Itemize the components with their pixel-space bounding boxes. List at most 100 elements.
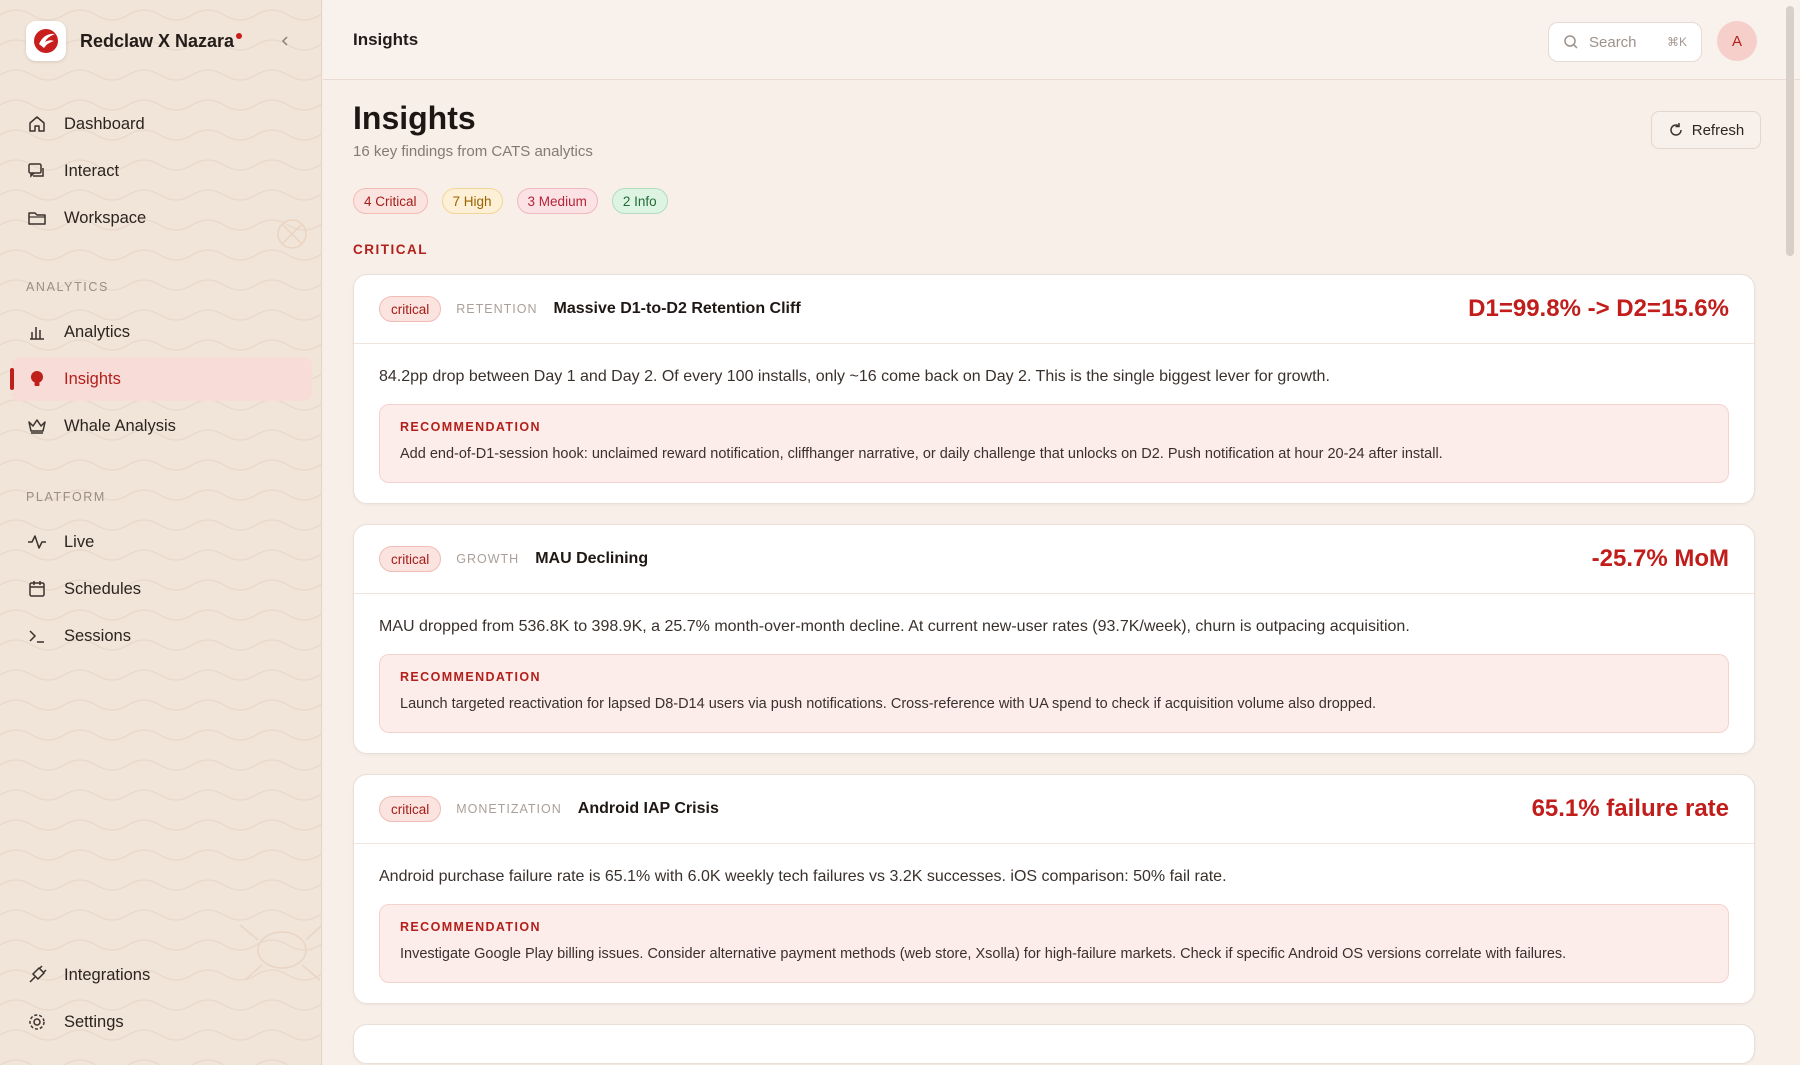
insight-card-body: 84.2pp drop between Day 1 and Day 2. Of … xyxy=(354,344,1754,503)
sidebar-item-label: Schedules xyxy=(64,579,142,598)
search-icon xyxy=(1564,35,1578,49)
insight-description: 84.2pp drop between Day 1 and Day 2. Of … xyxy=(379,368,1330,385)
sidebar-item-label: Sessions xyxy=(64,626,131,645)
home-icon xyxy=(26,113,48,135)
insight-card-partial[interactable] xyxy=(353,1024,1755,1064)
recommendation-label: RECOMMENDATION xyxy=(400,670,541,684)
insight-title: MAU Declining xyxy=(535,550,649,567)
bottom-nav: Integrations Settings xyxy=(12,953,312,1047)
main-area: Insights Search ⌘K A Insights 16 key fin… xyxy=(323,0,1800,1065)
page-title: Insights xyxy=(353,100,476,136)
recommendation-box: RECOMMENDATION Launch targeted reactivat… xyxy=(379,654,1729,733)
chip-high[interactable]: 7 High xyxy=(441,188,503,214)
sidebar-item-label: Interact xyxy=(64,161,120,180)
brand[interactable]: Redclaw X Nazara xyxy=(26,20,306,62)
section-label-critical: CRITICAL xyxy=(353,242,428,257)
insight-card-header: critical RETENTION Massive D1-to-D2 Rete… xyxy=(354,275,1754,344)
refresh-button[interactable]: Refresh xyxy=(1651,111,1761,149)
recommendation-label: RECOMMENDATION xyxy=(400,920,541,934)
crown-icon xyxy=(26,415,48,437)
severity-filter-chips: 4 Critical 7 High 3 Medium 2 Info xyxy=(353,188,1761,214)
insight-metric: -25.7% MoM xyxy=(1591,545,1729,572)
insight-title: Massive D1-to-D2 Retention Cliff xyxy=(553,300,801,317)
page-subtitle: 16 key findings from CATS analytics xyxy=(353,143,593,160)
lightbulb-icon xyxy=(26,368,48,390)
recommendation-text: Investigate Google Play billing issues. … xyxy=(400,946,1567,962)
brand-name: Redclaw X Nazara xyxy=(80,30,243,52)
header-title: Insights xyxy=(353,29,419,49)
search-shortcut: ⌘K xyxy=(1666,35,1687,49)
plug-icon xyxy=(26,964,48,986)
severity-badge: critical xyxy=(379,546,442,572)
insight-card[interactable]: critical MONETIZATION Android IAP Crisis… xyxy=(353,774,1755,1004)
brand-name-text: Redclaw X Nazara xyxy=(80,30,235,51)
recommendation-text: Add end-of-D1-session hook: unclaimed re… xyxy=(400,446,1443,462)
severity-badge: critical xyxy=(379,796,442,822)
main-nav: Dashboard Interact Workspace xyxy=(12,102,312,243)
chip-info[interactable]: 2 Info xyxy=(611,188,668,214)
chip-medium[interactable]: 3 Medium xyxy=(516,188,598,214)
sidebar-item-label: Whale Analysis xyxy=(64,416,176,435)
avatar[interactable]: A xyxy=(1717,21,1757,61)
sidebar-item-analytics[interactable]: Analytics xyxy=(12,310,312,354)
sidebar: Redclaw X Nazara Dashboard Interact Work… xyxy=(0,0,322,1065)
refresh-label: Refresh xyxy=(1691,121,1745,139)
calendar-icon xyxy=(26,578,48,600)
insight-title: Android IAP Crisis xyxy=(577,800,719,817)
sidebar-item-interact[interactable]: Interact xyxy=(12,149,312,193)
severity-badge: critical xyxy=(379,296,442,322)
insight-metric: D1=99.8% -> D2=15.6% xyxy=(1468,295,1729,322)
sidebar-item-label: Integrations xyxy=(64,965,151,984)
recommendation-box: RECOMMENDATION Add end-of-D1-session hoo… xyxy=(379,404,1729,483)
sidebar-item-schedules[interactable]: Schedules xyxy=(12,567,312,611)
sidebar-item-label: Analytics xyxy=(64,322,131,341)
gear-icon xyxy=(26,1011,48,1033)
search-input[interactable]: Search ⌘K xyxy=(1548,22,1702,62)
sidebar-item-settings[interactable]: Settings xyxy=(12,1000,312,1044)
category-label: GROWTH xyxy=(456,552,520,566)
sidebar-item-sessions[interactable]: Sessions xyxy=(12,614,312,658)
sidebar-item-label: Dashboard xyxy=(64,114,145,133)
top-header: Insights Search ⌘K A xyxy=(323,0,1800,80)
sidebar-item-label: Settings xyxy=(64,1012,124,1031)
chevron-left-icon xyxy=(281,36,288,46)
chip-critical[interactable]: 4 Critical xyxy=(353,188,428,214)
collapse-sidebar-button[interactable] xyxy=(274,30,296,52)
insight-card[interactable]: critical RETENTION Massive D1-to-D2 Rete… xyxy=(353,274,1755,504)
insight-card-body: Android purchase failure rate is 65.1% w… xyxy=(354,844,1754,1003)
bar-chart-icon xyxy=(26,321,48,343)
insight-card-body: MAU dropped from 536.8K to 398.9K, a 25.… xyxy=(354,594,1754,753)
scrollbar[interactable] xyxy=(1786,6,1794,256)
search-placeholder: Search xyxy=(1589,33,1637,51)
recommendation-label: RECOMMENDATION xyxy=(400,420,541,434)
refresh-icon xyxy=(1670,123,1682,136)
sidebar-item-integrations[interactable]: Integrations xyxy=(12,953,312,997)
insight-card-header: critical MONETIZATION Android IAP Crisis… xyxy=(354,775,1754,844)
sidebar-item-insights[interactable]: Insights xyxy=(10,357,312,401)
brand-status-dot xyxy=(236,32,243,39)
pulse-icon xyxy=(26,531,48,553)
category-label: RETENTION xyxy=(456,302,538,316)
nav-section-platform: PLATFORM xyxy=(26,490,106,504)
insight-description: MAU dropped from 536.8K to 398.9K, a 25.… xyxy=(379,618,1410,635)
recommendation-text: Launch targeted reactivation for lapsed … xyxy=(400,696,1377,712)
category-label: MONETIZATION xyxy=(456,802,562,816)
sidebar-item-workspace[interactable]: Workspace xyxy=(12,196,312,240)
brand-logo-icon xyxy=(26,21,66,61)
insight-card-header: critical GROWTH MAU Declining -25.7% MoM xyxy=(354,525,1754,594)
sidebar-item-label: Live xyxy=(64,532,95,551)
insight-metric: 65.1% failure rate xyxy=(1531,795,1729,822)
platform-nav: PLATFORM Live Schedules Sessions xyxy=(12,490,312,661)
recommendation-box: RECOMMENDATION Investigate Google Play b… xyxy=(379,904,1729,983)
insight-card[interactable]: critical GROWTH MAU Declining -25.7% MoM… xyxy=(353,524,1755,754)
analytics-nav: ANALYTICS Analytics Insights Whale Analy… xyxy=(10,280,312,451)
nav-section-analytics: ANALYTICS xyxy=(26,280,109,294)
sidebar-item-label: Workspace xyxy=(64,208,147,227)
sidebar-item-label: Insights xyxy=(64,369,121,388)
sidebar-item-live[interactable]: Live xyxy=(12,520,312,564)
page-content: Insights 16 key findings from CATS analy… xyxy=(353,80,1761,1064)
insight-description: Android purchase failure rate is 65.1% w… xyxy=(379,868,1227,885)
sidebar-item-whale-analysis[interactable]: Whale Analysis xyxy=(12,404,312,448)
sidebar-item-dashboard[interactable]: Dashboard xyxy=(12,102,312,146)
folder-icon xyxy=(26,207,48,229)
